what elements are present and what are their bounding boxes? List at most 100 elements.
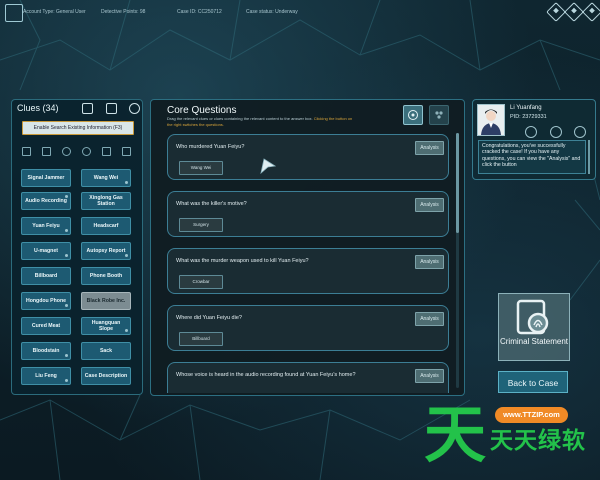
clue-item[interactable]: Cured Meat [21,317,71,335]
contact-name: Li Yuanfang [510,105,542,111]
alternate-mode-button[interactable] [429,105,449,125]
clue-item[interactable]: Huangquan Slope [81,317,131,335]
core-questions-title: Core Questions [167,105,237,116]
clue-item-label: Yuan Feiyu [32,223,60,229]
clue-item[interactable]: Headscarf [81,217,131,235]
question-card: What was the killer's motive? Analysis S… [167,191,449,237]
question-card: Whose voice is heard in the audio record… [167,362,449,393]
clue-item-label: U-magnet [34,248,58,254]
clue-link-icon [65,229,68,232]
instruction-text: Drag the relevant clues or clues contain… [167,116,313,121]
clue-link-icon [65,379,68,382]
settings-icon[interactable] [546,2,566,22]
clue-item[interactable]: Case Description [81,367,131,385]
grid-view-icon[interactable] [82,103,93,114]
clue-item-label: Autopsy Report [86,248,126,254]
scrollbar-thumb[interactable] [456,133,459,233]
detective-points: Detective Points: 98 [101,9,146,15]
clue-item-label: Wang Wei [93,175,119,181]
clue-link-icon [125,181,128,184]
clue-item[interactable]: U-magnet [21,242,71,260]
filter-person-icon[interactable] [62,147,71,156]
question-mode-button[interactable] [403,105,423,125]
call-icon[interactable] [550,126,562,138]
question-text: Whose voice is heard in the audio record… [176,372,356,378]
clue-item[interactable]: Liu Feng [21,367,71,385]
question-text: What was the killer's motive? [176,201,247,207]
edit-icon[interactable] [106,103,117,114]
menu-icon[interactable] [564,2,584,22]
clue-item[interactable]: Yuan Feiyu [21,217,71,235]
audio-icon [65,195,68,198]
top-bar: Account Type: General User Detective Poi… [0,0,600,26]
clue-link-icon [65,304,68,307]
analysis-button[interactable]: Analysis [415,198,444,212]
answer-slot[interactable]: Surgery [179,218,223,232]
clue-item[interactable]: Hongdou Phone [21,292,71,310]
case-status: Case status: Underway [246,9,298,15]
contact-pid: PID: 23729331 [510,114,547,120]
fingerprint-document-icon [516,299,549,335]
clue-link-icon [125,329,128,332]
clue-link-icon [65,254,68,257]
avatar [477,104,505,136]
answer-slot[interactable]: Wang Wei [179,161,223,175]
question-text: Where did Yuan Feiyu die? [176,315,242,321]
chat-message: Congratulations, you've successfully cra… [478,140,586,174]
chat-scrollbar[interactable] [588,140,590,174]
clue-item-label: Huangquan Slope [91,320,121,332]
criminal-statement-label: Criminal Statement [499,337,569,346]
answer-slot[interactable]: Billboard [179,332,223,346]
clue-item[interactable]: Sack [81,342,131,360]
question-card: Who murdered Yuan Feiyu? Analysis Wang W… [167,134,449,180]
clue-item[interactable]: Wang Wei [81,169,131,187]
filter-document-icon[interactable] [42,147,51,156]
clues-title-text: Clues [17,103,41,113]
cursor-icon [260,158,276,174]
clue-item-selected[interactable]: Black Robe Inc. [81,292,131,310]
filter-item-icon[interactable] [102,147,111,156]
clue-item[interactable]: Autopsy Report [81,242,131,260]
clues-title: Clues (34) [17,103,59,113]
clue-link-icon [65,354,68,357]
core-instructions: Drag the relevant clues or clues contain… [167,116,357,127]
account-type: Account Type: General User [23,9,86,15]
clue-item[interactable]: Signal Jammer [21,169,71,187]
core-questions-panel: Core Questions Drag the relevant clues o… [150,99,465,396]
clue-item-label: Bloodstain [32,348,60,354]
analysis-button[interactable]: Analysis [415,141,444,155]
network-icon[interactable] [129,103,140,114]
filter-location-icon[interactable] [82,147,91,156]
watermark-url: www.TTZIP.com [495,407,568,423]
answer-slot[interactable]: Crowbar [179,275,223,289]
watermark-big-glyph: 天 [424,398,487,471]
clue-link-icon [125,254,128,257]
clue-item[interactable]: Xinglong Gas Station [81,192,131,210]
clue-filter-bar [22,147,134,156]
analysis-button[interactable]: Analysis [415,369,444,383]
reply-icon[interactable] [574,126,586,138]
analysis-button[interactable]: Analysis [415,312,444,326]
clue-item[interactable]: Audio Recording [21,192,71,210]
analysis-button[interactable]: Analysis [415,255,444,269]
profile-icon[interactable] [525,126,537,138]
question-card: Where did Yuan Feiyu die? Analysis Billb… [167,305,449,351]
clue-item[interactable]: Billboard [21,267,71,285]
criminal-statement-button[interactable]: Criminal Statement [498,293,570,361]
officer-portrait-icon [478,105,504,135]
clue-item-label: Audio Recording [25,198,67,204]
search-input[interactable]: Enable Search Existing Information (F3) [22,121,134,135]
clue-item[interactable]: Bloodstain [21,342,71,360]
dots-icon [435,111,443,119]
chat-panel: Li Yuanfang PID: 23729331 Congratulation… [472,99,596,180]
exit-icon[interactable] [582,2,600,22]
game-logo-icon [5,4,23,22]
clue-item[interactable]: Phone Booth [81,267,131,285]
clue-item-label: Hongdou Phone [25,298,67,304]
filter-trash-icon[interactable] [122,147,131,156]
question-card: What was the murder weapon used to kill … [167,248,449,294]
filter-all-icon[interactable] [22,147,31,156]
questions-scrollbar[interactable] [456,133,459,388]
back-to-case-button[interactable]: Back to Case [498,371,568,393]
question-text: What was the murder weapon used to kill … [176,258,309,264]
